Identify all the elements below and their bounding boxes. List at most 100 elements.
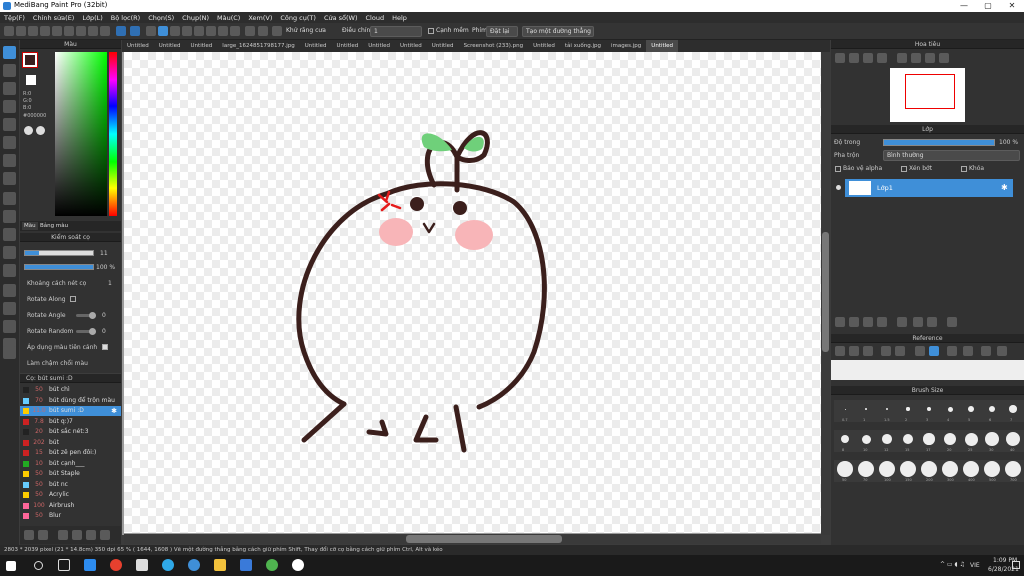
brush-size-cell[interactable]: 20 <box>939 430 961 452</box>
file-explorer-icon[interactable] <box>214 559 226 571</box>
menu-edit[interactable]: Chỉnh sửa(E) <box>33 14 74 22</box>
brush-size-cell[interactable]: 1.5 <box>876 400 898 422</box>
menu-help[interactable]: Help <box>392 14 407 22</box>
horizontal-scrollbar[interactable] <box>124 534 821 544</box>
ref-eyedropper-icon[interactable] <box>915 346 925 356</box>
brush-settings-icon[interactable]: ✱ <box>111 406 117 416</box>
zoom-app-icon[interactable] <box>84 559 96 571</box>
rotate-left-icon[interactable] <box>897 53 907 63</box>
eraser-tool-icon[interactable] <box>3 64 16 77</box>
ref-reset-icon[interactable] <box>981 346 991 356</box>
brush-size-cell[interactable]: 50 <box>834 460 856 482</box>
canvas[interactable] <box>124 52 821 533</box>
foreground-color-swatch[interactable] <box>22 52 38 68</box>
menu-layer[interactable]: Lớp(L) <box>82 14 102 22</box>
zoom-in-icon[interactable] <box>835 53 845 63</box>
tab-5[interactable]: Untitled <box>332 40 364 52</box>
vertical-scrollbar[interactable] <box>821 52 830 535</box>
rotate-icon[interactable] <box>100 26 110 36</box>
menu-filter[interactable]: Bộ lọc(R) <box>111 14 140 22</box>
saturation-value-picker[interactable] <box>55 52 107 216</box>
brush-size-cell[interactable]: 1 <box>855 400 877 422</box>
folder-icon[interactable] <box>86 530 96 540</box>
move-tool-icon[interactable] <box>3 118 16 131</box>
hue-slider[interactable] <box>109 52 117 216</box>
soft-edge-checkbox[interactable] <box>428 28 434 34</box>
search-icon[interactable] <box>34 561 43 570</box>
brush-size-cell[interactable]: 400 <box>960 460 982 482</box>
brush-size-cell[interactable]: 40 <box>1002 430 1024 452</box>
select-pen-tool-icon[interactable] <box>3 246 16 259</box>
tab-7[interactable]: Untitled <box>395 40 427 52</box>
tab-3[interactable]: large_1624851798177.jpg <box>217 40 299 52</box>
magic-wand-tool-icon[interactable] <box>3 228 16 241</box>
brush-list-item[interactable]: 50 Blur <box>20 511 121 521</box>
tab-13[interactable]: Untitled <box>646 40 679 52</box>
brush-size-cell[interactable]: 15 <box>897 430 919 452</box>
new-8bit-layer-icon[interactable] <box>863 317 873 327</box>
brush-size-cell[interactable]: 5 <box>960 400 982 422</box>
add-brush-icon[interactable] <box>38 530 48 540</box>
delete-brush-icon[interactable] <box>100 530 110 540</box>
horizontal-scroll-thumb[interactable] <box>406 535 562 543</box>
tab-1[interactable]: Untitled <box>154 40 186 52</box>
menu-cloud[interactable]: Cloud <box>366 14 385 22</box>
brush-list-item[interactable]: 7.8 bút q:)7 <box>20 417 121 427</box>
navigator-viewport[interactable] <box>905 74 955 109</box>
protect-alpha-checkbox[interactable] <box>835 166 841 172</box>
brush-opacity-slider[interactable] <box>24 264 94 270</box>
edge-legacy-icon[interactable] <box>188 559 200 571</box>
reference-view[interactable] <box>831 360 1024 380</box>
tab-2[interactable]: Untitled <box>186 40 218 52</box>
brush-size-cell[interactable]: 17 <box>918 430 940 452</box>
brush-size-cell[interactable]: 700 <box>1002 460 1024 482</box>
menu-tools[interactable]: Công cụ(T) <box>280 14 316 22</box>
copy-brush-icon[interactable] <box>72 530 82 540</box>
move-icon[interactable] <box>88 26 98 36</box>
vertical-scroll-thumb[interactable] <box>822 232 829 352</box>
duplicate-layer-icon[interactable] <box>913 317 923 327</box>
layer-settings-icon[interactable]: ✱ <box>1001 183 1008 192</box>
brush-size-cell[interactable]: 8 <box>834 430 856 452</box>
select-tool-icon[interactable] <box>3 100 16 113</box>
snap-vanish-icon[interactable] <box>194 26 204 36</box>
tab-11[interactable]: tải xuống.jpg <box>560 40 606 52</box>
brush-size-cell[interactable]: 500 <box>981 460 1003 482</box>
brush-list-item[interactable]: 20 bút sắc nét:3 <box>20 427 121 437</box>
brush-size-cell[interactable]: 150 <box>897 460 919 482</box>
delete-layer-icon[interactable] <box>947 317 957 327</box>
menu-capture[interactable]: Chụp(N) <box>182 14 209 22</box>
save-icon[interactable] <box>28 26 38 36</box>
rotate-angle-slider[interactable] <box>76 312 96 319</box>
rectangle-tool-icon[interactable] <box>3 82 16 95</box>
brush-list-item[interactable]: 10 bút cạnh___ <box>20 459 121 469</box>
tab-color[interactable]: Màu <box>22 222 38 230</box>
ref-close-icon[interactable] <box>863 346 873 356</box>
rotate-right-icon[interactable] <box>911 53 921 63</box>
reset-button[interactable]: Đặt lại <box>486 26 518 37</box>
layer-visibility-icon[interactable] <box>836 185 841 190</box>
ref-rotate-icon[interactable] <box>947 346 957 356</box>
antialias-checkbox[interactable] <box>272 26 282 36</box>
brush-option-icon[interactable] <box>146 26 156 36</box>
edge-icon[interactable] <box>162 559 174 571</box>
store-icon[interactable] <box>136 559 148 571</box>
ref-hand-icon[interactable] <box>929 346 939 356</box>
layer-folder-icon[interactable] <box>897 317 907 327</box>
brush-size-cell[interactable]: 30 <box>981 430 1003 452</box>
notifications-icon[interactable] <box>1012 561 1020 569</box>
menu-color[interactable]: Màu(C) <box>217 14 240 22</box>
lasso-tool-icon[interactable] <box>3 210 16 223</box>
menu-window[interactable]: Cửa sổ(W) <box>324 14 358 22</box>
background-color-swatch[interactable] <box>26 75 36 85</box>
new-halftone-layer-icon[interactable] <box>849 317 859 327</box>
brush-list-item[interactable]: 100 Airbrush <box>20 501 121 511</box>
open-file-icon[interactable] <box>16 26 26 36</box>
layer-opacity-slider[interactable] <box>883 139 995 146</box>
chrome-icon[interactable] <box>110 559 122 571</box>
language-indicator[interactable]: VIE <box>970 562 980 569</box>
medibang-taskbar-icon[interactable] <box>292 559 304 571</box>
fill-tool-icon[interactable] <box>3 154 16 167</box>
new-file-icon[interactable] <box>4 26 14 36</box>
brush-up-icon[interactable] <box>24 530 34 540</box>
